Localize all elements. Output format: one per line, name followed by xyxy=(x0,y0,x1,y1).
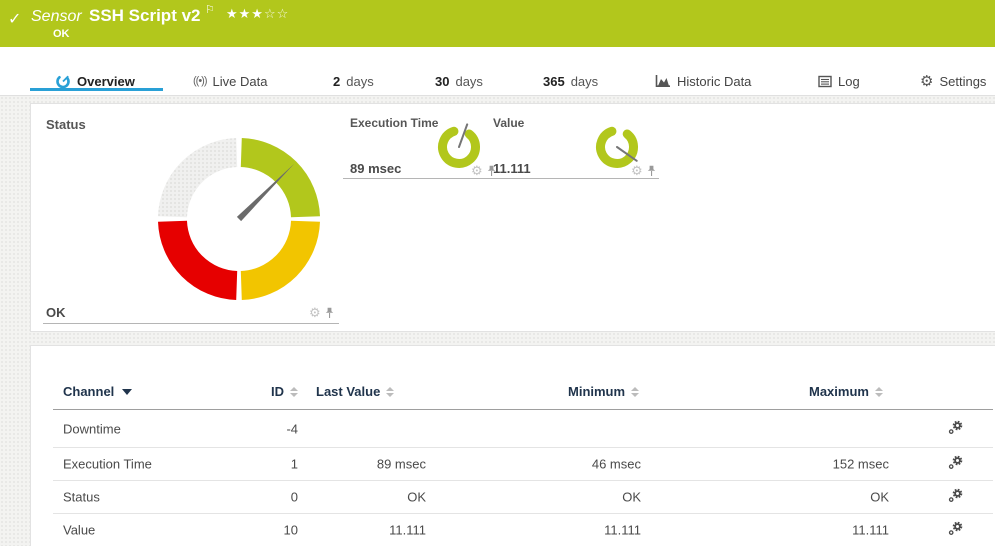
channel-name[interactable]: Downtime xyxy=(63,421,121,436)
column-label: Channel xyxy=(63,384,114,399)
live-data-icon: ((•)) xyxy=(193,75,207,87)
active-tab-underline xyxy=(30,88,163,91)
tab-historic-data[interactable]: Historic Data xyxy=(655,72,751,90)
maximum: 11.111 xyxy=(733,523,889,538)
divider xyxy=(43,323,339,324)
tab-bar: Overview ((•)) Live Data 2 days 30 days … xyxy=(0,47,995,96)
sensor-status-text: OK xyxy=(53,28,70,40)
value-title: Value xyxy=(493,116,524,130)
log-icon xyxy=(818,75,832,88)
value-controls: ⚙ xyxy=(631,164,657,177)
sort-icon xyxy=(631,387,639,397)
status-value: OK xyxy=(46,305,66,320)
channel-name[interactable]: Status xyxy=(63,490,100,505)
channel-id: 0 xyxy=(203,490,298,505)
table-row-status[interactable]: Status 0 OK OK OK xyxy=(53,481,993,514)
status-check-icon: ✓ xyxy=(8,9,21,29)
pin-icon[interactable] xyxy=(324,307,335,319)
tab-number: 365 xyxy=(543,74,565,89)
sensor-titlebar: ✓ Sensor SSH Script v2 ⚐ ★★★☆☆ OK xyxy=(0,0,995,47)
maximum: OK xyxy=(733,490,889,505)
channels-table-panel: Channel ID Last Value Minimum Maximum Do… xyxy=(30,345,995,546)
exec-time-title: Execution Time xyxy=(350,116,438,130)
tab-label: days xyxy=(455,74,482,89)
value-value: 11.111 xyxy=(493,161,531,176)
divider xyxy=(343,178,498,179)
tab-number: 30 xyxy=(435,74,449,89)
channel-settings-icon xyxy=(948,488,963,503)
channel-id: -4 xyxy=(203,421,298,436)
last-value: OK xyxy=(313,490,426,505)
gear-icon[interactable]: ⚙ xyxy=(309,306,321,319)
stars-filled: ★★★ xyxy=(226,6,264,21)
sort-icon xyxy=(386,387,394,397)
tab-live-data[interactable]: ((•)) Live Data xyxy=(193,72,267,90)
table-row-execution-time[interactable]: Execution Time 1 89 msec 46 msec 152 mse… xyxy=(53,448,993,481)
gear-icon: ⚙ xyxy=(920,74,933,89)
gauge-icon xyxy=(55,73,71,89)
minimum: 46 msec xyxy=(493,457,641,472)
divider xyxy=(491,178,659,179)
tab-label: Settings xyxy=(939,74,986,89)
flag-icon[interactable]: ⚐ xyxy=(205,3,215,16)
tab-label: Historic Data xyxy=(677,74,751,89)
edit-channel-button[interactable] xyxy=(948,420,963,438)
tab-number: 2 xyxy=(333,74,340,89)
column-header-minimum[interactable]: Minimum xyxy=(568,384,639,399)
status-gauge xyxy=(154,134,324,304)
pin-icon[interactable] xyxy=(646,165,657,177)
column-header-maximum[interactable]: Maximum xyxy=(809,384,883,399)
tab-label: Live Data xyxy=(213,74,268,89)
overview-panel: Status OK ⚙ xyxy=(30,103,995,332)
priority-stars[interactable]: ★★★☆☆ xyxy=(226,6,289,22)
column-header-channel[interactable]: Channel xyxy=(63,384,132,399)
sort-icon xyxy=(290,387,298,397)
column-header-last-value[interactable]: Last Value xyxy=(316,384,394,399)
status-block-title: Status xyxy=(46,117,86,132)
last-value: 11.111 xyxy=(313,523,426,538)
object-type-label: Sensor xyxy=(31,8,82,26)
column-label: Maximum xyxy=(809,384,869,399)
area-chart-icon xyxy=(655,74,671,88)
last-value: 89 msec xyxy=(313,457,426,472)
tab-label: Log xyxy=(838,74,860,89)
channel-settings-icon xyxy=(948,455,963,470)
edit-channel-button[interactable] xyxy=(948,521,963,539)
column-label: Minimum xyxy=(568,384,625,399)
status-block-controls: ⚙ xyxy=(309,306,335,319)
column-label: Last Value xyxy=(316,384,380,399)
tab-label: days xyxy=(346,74,373,89)
minimum: OK xyxy=(493,490,641,505)
edit-channel-button[interactable] xyxy=(948,455,963,473)
channel-settings-icon xyxy=(948,420,963,435)
gear-icon[interactable]: ⚙ xyxy=(471,164,483,177)
stars-empty: ☆☆ xyxy=(264,6,289,21)
table-row-value[interactable]: Value 10 11.111 11.111 11.111 xyxy=(53,514,993,546)
channel-name[interactable]: Execution Time xyxy=(63,457,152,472)
tab-2-days[interactable]: 2 days xyxy=(333,72,374,90)
maximum: 152 msec xyxy=(733,457,889,472)
gear-icon[interactable]: ⚙ xyxy=(631,164,643,177)
channels-table-body: Downtime -4 Execution Time 1 89 msec 46 xyxy=(53,410,993,546)
column-header-id[interactable]: ID xyxy=(271,384,298,399)
minimum: 11.111 xyxy=(493,523,641,538)
column-label: ID xyxy=(271,384,284,399)
edit-channel-button[interactable] xyxy=(948,488,963,506)
tab-settings[interactable]: ⚙ Settings xyxy=(920,72,986,90)
channel-name[interactable]: Value xyxy=(63,523,95,538)
channel-settings-icon xyxy=(948,521,963,536)
tab-log[interactable]: Log xyxy=(818,72,860,90)
exec-time-value: 89 msec xyxy=(350,161,401,176)
tab-365-days[interactable]: 365 days xyxy=(543,72,598,90)
tab-30-days[interactable]: 30 days xyxy=(435,72,483,90)
tab-label: Overview xyxy=(77,74,135,89)
channel-id: 10 xyxy=(203,523,298,538)
sort-icon xyxy=(875,387,883,397)
channel-id: 1 xyxy=(203,457,298,472)
table-row-downtime[interactable]: Downtime -4 xyxy=(53,410,993,448)
sort-desc-icon xyxy=(122,389,132,395)
tab-label: days xyxy=(571,74,598,89)
sensor-name: SSH Script v2 xyxy=(89,6,201,26)
